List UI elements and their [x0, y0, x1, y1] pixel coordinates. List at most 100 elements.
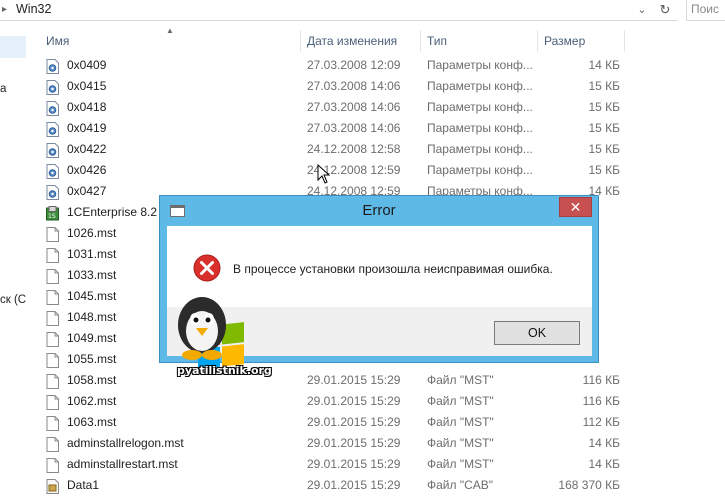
file-type: Параметры конф... [427, 163, 533, 177]
file-type: Файл "MST" [427, 415, 494, 429]
column-header-name[interactable]: Имя [40, 30, 300, 52]
file-size: 15 КБ [588, 121, 620, 135]
file-date: 27.03.2008 14:06 [307, 121, 401, 135]
file-row[interactable]: 0x0418 27.03.2008 14:06 Параметры конф... 1… [40, 98, 625, 119]
file-name: 1033.mst [67, 268, 117, 282]
document-icon [46, 332, 59, 347]
path-chevron-icon[interactable]: ▸ [2, 3, 12, 17]
file-date: 27.03.2008 14:06 [307, 79, 401, 93]
file-type: Параметры конф... [427, 121, 533, 135]
file-date: 29.01.2015 15:29 [307, 373, 401, 387]
file-size: 14 КБ [588, 457, 620, 471]
file-row[interactable]: 0x0426 24.12.2008 12:59 Параметры конф... 1… [40, 161, 625, 182]
cab-archive-icon [46, 479, 59, 494]
document-icon [46, 227, 59, 242]
svg-text:1S: 1S [48, 213, 56, 220]
dialog-titlebar[interactable]: Error ✕ [160, 196, 598, 226]
file-name: 1062.mst [67, 394, 117, 408]
column-header-size[interactable]: Размер [538, 30, 624, 52]
address-path[interactable]: Win32 [16, 2, 51, 16]
mouse-cursor-icon [317, 164, 331, 184]
file-date: 27.03.2008 14:06 [307, 100, 401, 114]
file-date: 24.12.2008 12:58 [307, 142, 401, 156]
file-row[interactable]: 1058.mst 29.01.2015 15:29 Файл "MST" 116 КБ [40, 371, 625, 392]
file-type: Параметры конф... [427, 58, 533, 72]
file-name: Data1 [67, 478, 100, 492]
ok-button[interactable]: OK [494, 321, 580, 345]
column-header-date[interactable]: Дата изменения [301, 30, 419, 52]
watermark-text: pyatilistnik.org [177, 364, 272, 377]
file-name: 0x0415 [67, 79, 107, 93]
document-icon [46, 437, 59, 452]
nav-item-fragment[interactable]: ск (С [0, 294, 26, 306]
file-row[interactable]: 0x0422 24.12.2008 12:58 Параметры конф... 1… [40, 140, 625, 161]
file-name: 1055.mst [67, 352, 117, 366]
config-file-icon [46, 80, 59, 95]
file-name: 1045.mst [67, 289, 117, 303]
file-type: Файл "MST" [427, 394, 494, 408]
close-icon: ✕ [569, 199, 582, 215]
column-divider[interactable] [624, 30, 625, 52]
document-icon [46, 374, 59, 389]
file-row[interactable]: Data1 29.01.2015 15:29 Файл "CAB" 168 370 К… [40, 476, 625, 497]
file-type: Параметры конф... [427, 79, 533, 93]
file-name: 1026.mst [67, 226, 117, 240]
file-name: 0x0422 [67, 142, 107, 156]
config-file-icon [46, 185, 59, 200]
document-icon [46, 290, 59, 305]
file-row[interactable]: 0x0415 27.03.2008 14:06 Параметры конф... 1… [40, 77, 625, 98]
file-size: 14 КБ [588, 436, 620, 450]
nav-selected-item[interactable] [0, 36, 26, 58]
file-type: Файл "MST" [427, 457, 494, 471]
file-name: 1058.mst [67, 373, 117, 387]
document-icon [46, 458, 59, 473]
navigation-pane: а ск (С [0, 22, 40, 498]
address-bar: ▸ Win32 ⌄ ↻ Поис [0, 0, 725, 22]
file-size: 15 КБ [588, 79, 620, 93]
dialog-title: Error [362, 202, 396, 219]
file-row[interactable]: 1062.mst 29.01.2015 15:29 Файл "MST" 116 КБ [40, 392, 625, 413]
file-size: 116 КБ [582, 394, 620, 408]
file-row[interactable]: adminstallrelogon.mst 29.01.2015 15:29 Фай… [40, 434, 625, 455]
address-box[interactable]: ▸ Win32 ⌄ ↻ [0, 0, 678, 21]
file-row[interactable]: 0x0419 27.03.2008 14:06 Параметры конф... 1… [40, 119, 625, 140]
file-type: Параметры конф... [427, 100, 533, 114]
file-name: 1CEnterprise 8.2 [67, 205, 158, 219]
file-date: 29.01.2015 15:29 [307, 478, 401, 492]
config-file-icon [46, 164, 59, 179]
file-date: 29.01.2015 15:29 [307, 394, 401, 408]
file-date: 29.01.2015 15:29 [307, 436, 401, 450]
file-name: 1031.mst [67, 247, 117, 261]
file-row[interactable]: 0x0409 27.03.2008 12:09 Параметры конф... 1… [40, 56, 625, 77]
search-input[interactable]: Поис [686, 0, 725, 21]
file-size: 112 КБ [582, 415, 620, 429]
dialog-message: В процессе установки произошла неисправи… [233, 262, 553, 276]
file-name: 1063.mst [67, 415, 117, 429]
file-name: 1048.mst [67, 310, 117, 324]
file-row[interactable]: adminstallrestart.mst 29.01.2015 15:29 Фай… [40, 455, 625, 476]
file-type: Файл "CAB" [427, 478, 494, 492]
file-name: 0x0409 [67, 58, 107, 72]
close-button[interactable]: ✕ [559, 197, 592, 217]
file-row[interactable]: 1063.mst 29.01.2015 15:29 Файл "MST" 112 КБ [40, 413, 625, 434]
config-file-icon [46, 59, 59, 74]
document-icon [46, 311, 59, 326]
file-name: 0x0418 [67, 100, 107, 114]
search-placeholder: Поис [691, 2, 720, 16]
file-date: 29.01.2015 15:29 [307, 415, 401, 429]
file-type: Файл "MST" [427, 436, 494, 450]
chevron-down-icon[interactable]: ⌄ [635, 2, 649, 18]
file-size: 15 КБ [588, 100, 620, 114]
file-name: 0x0426 [67, 163, 107, 177]
file-size: 168 370 КБ [558, 478, 620, 492]
nav-item-fragment[interactable]: а [0, 83, 6, 95]
document-icon [46, 248, 59, 263]
column-header-type[interactable]: Тип [421, 30, 536, 52]
error-icon [193, 254, 221, 282]
file-size: 14 КБ [588, 58, 620, 72]
refresh-icon[interactable]: ↻ [656, 1, 674, 19]
file-name: 0x0419 [67, 121, 107, 135]
config-file-icon [46, 101, 59, 116]
file-name: adminstallrestart.mst [67, 457, 178, 471]
file-name: 1049.mst [67, 331, 117, 345]
